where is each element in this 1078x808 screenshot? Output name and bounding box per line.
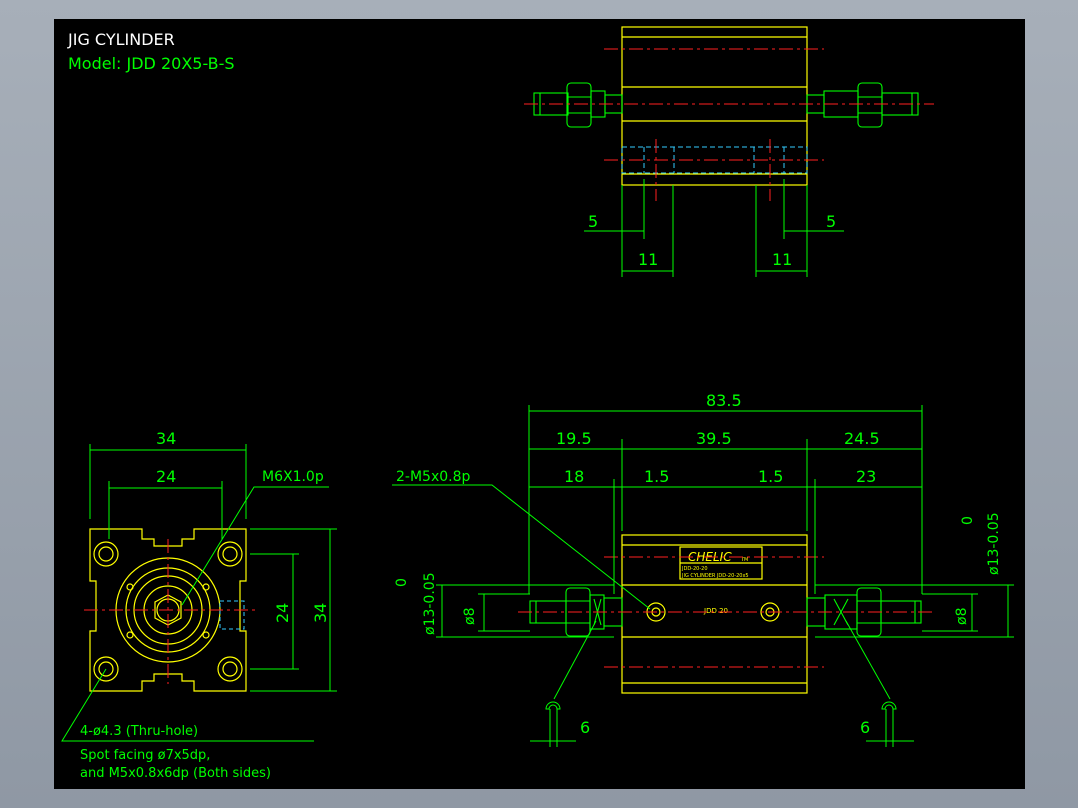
wrench-size-left: 6	[580, 718, 590, 737]
top-left-fitting	[533, 82, 623, 128]
nameplate-line2: JIG CYLINDER JDD-20-20x5	[681, 573, 749, 579]
nameplate-line1: JDD-20-20	[681, 566, 708, 572]
dim-overall-length: 83.5	[706, 391, 742, 410]
port-callout: 2-M5x0.8p	[396, 469, 470, 485]
dim-18: 18	[564, 467, 584, 486]
dim-23: 23	[856, 467, 876, 486]
nameplate-tm: TM	[740, 557, 748, 563]
rod-diameter-left: ø13-0.05	[422, 572, 438, 635]
top-right-fitting	[806, 82, 919, 128]
rod-diameter-right: ø13-0.05	[986, 512, 1002, 575]
wrench-size-right: 6	[860, 718, 870, 737]
dim-top-left-11: 11	[638, 250, 658, 269]
dim-top-right-11: 11	[772, 250, 792, 269]
dim-end-height-24: 24	[273, 603, 292, 623]
dim-1-5-left: 1.5	[644, 467, 669, 486]
shaft-diameter-right: ø8	[954, 608, 970, 625]
dim-19-5: 19.5	[556, 429, 592, 448]
model-number: Model: JDD 20X5-B-S	[68, 54, 235, 73]
drawing-title: JIG CYLINDER	[67, 30, 175, 49]
cad-drawing: JIG CYLINDER Model: JDD 20X5-B-S 5 5 11 …	[61, 26, 1014, 781]
top-body-outline	[621, 26, 808, 186]
hole-callout: 4-ø4.3 (Thru-hole)	[80, 724, 198, 739]
thread-depth-note: and M5x0.8x6dp (Both sides)	[80, 766, 271, 781]
drawing-canvas[interactable]: JIG CYLINDER Model: JDD 20X5-B-S 5 5 11 …	[54, 19, 1025, 789]
dim-top-right-5: 5	[826, 212, 836, 231]
end-view: 34 24 24 34 M6X1.0p 4-ø4.3 (Thru-hole) S…	[61, 429, 337, 781]
dim-end-width-24: 24	[156, 467, 176, 486]
cad-window: JIG CYLINDER Model: JDD 20X5-B-S 5 5 11 …	[0, 0, 1078, 808]
top-view: 5 5 11 11	[524, 26, 934, 277]
dim-top-left-5: 5	[588, 212, 598, 231]
front-view: CHELIC TM JDD-20-20 JIG CYLINDER JDD-20-…	[392, 391, 1014, 747]
dim-end-width-34: 34	[156, 429, 176, 448]
dim-24-5: 24.5	[844, 429, 880, 448]
spot-facing-note: Spot facing ø7x5dp,	[80, 748, 210, 763]
dim-end-height-34: 34	[311, 603, 330, 623]
shaft-diameter-left: ø8	[462, 608, 478, 625]
rod-tolerance-left: 0	[394, 578, 410, 587]
thread-callout: M6X1.0p	[262, 469, 324, 485]
dim-39-5: 39.5	[696, 429, 732, 448]
dim-1-5-right: 1.5	[758, 467, 783, 486]
rod-tolerance-right: 0	[960, 516, 976, 525]
body-marking: JDD 20	[703, 607, 728, 615]
